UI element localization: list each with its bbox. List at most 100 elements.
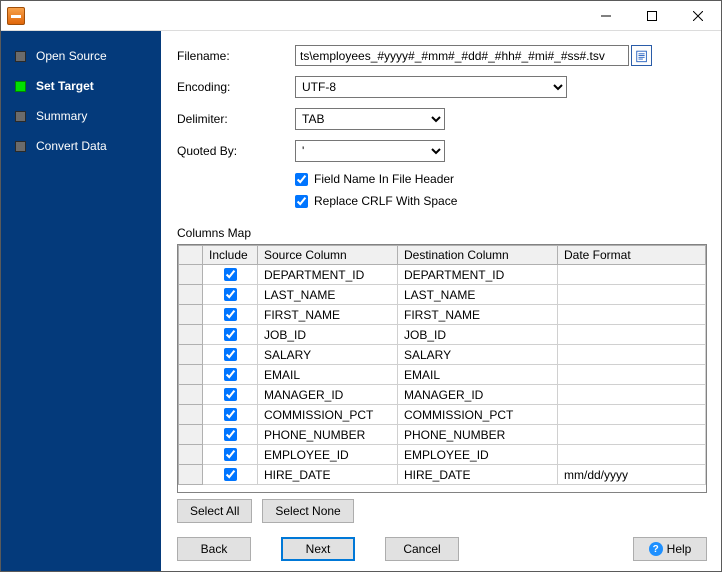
cell-destination-column[interactable]: JOB_ID (398, 325, 558, 345)
cell-destination-column[interactable]: SALARY (398, 345, 558, 365)
quoted-by-select[interactable]: ' (295, 140, 445, 162)
delimiter-select[interactable]: TAB (295, 108, 445, 130)
include-checkbox[interactable] (224, 308, 237, 321)
cell-date-format[interactable] (558, 265, 706, 285)
cell-source-column[interactable]: PHONE_NUMBER (258, 425, 398, 445)
minimize-button[interactable] (583, 1, 629, 31)
cell-destination-column[interactable]: DEPARTMENT_ID (398, 265, 558, 285)
table-row[interactable]: PHONE_NUMBERPHONE_NUMBER (179, 425, 706, 445)
include-checkbox[interactable] (224, 328, 237, 341)
cell-include[interactable] (203, 345, 258, 365)
cancel-button[interactable]: Cancel (385, 537, 459, 561)
include-checkbox[interactable] (224, 428, 237, 441)
include-checkbox[interactable] (224, 268, 237, 281)
include-checkbox[interactable] (224, 348, 237, 361)
cell-source-column[interactable]: HIRE_DATE (258, 465, 398, 485)
include-checkbox[interactable] (224, 468, 237, 481)
cell-source-column[interactable]: SALARY (258, 345, 398, 365)
wizard-step-summary[interactable]: Summary (1, 101, 161, 131)
cell-source-column[interactable]: JOB_ID (258, 325, 398, 345)
filename-input[interactable] (295, 45, 629, 66)
table-row[interactable]: LAST_NAMELAST_NAME (179, 285, 706, 305)
include-checkbox[interactable] (224, 368, 237, 381)
cell-source-column[interactable]: EMAIL (258, 365, 398, 385)
replace-crlf-label[interactable]: Replace CRLF With Space (314, 194, 457, 208)
include-checkbox[interactable] (224, 288, 237, 301)
cell-source-column[interactable]: DEPARTMENT_ID (258, 265, 398, 285)
cell-date-format[interactable] (558, 345, 706, 365)
cell-destination-column[interactable]: COMMISSION_PCT (398, 405, 558, 425)
field-name-header-label[interactable]: Field Name In File Header (314, 172, 454, 186)
browse-button[interactable] (631, 45, 652, 66)
include-checkbox[interactable] (224, 388, 237, 401)
wizard-step-open-source[interactable]: Open Source (1, 41, 161, 71)
table-row[interactable]: HIRE_DATEHIRE_DATEmm/dd/yyyy (179, 465, 706, 485)
cell-include[interactable] (203, 405, 258, 425)
table-row[interactable]: MANAGER_IDMANAGER_ID (179, 385, 706, 405)
table-row[interactable]: EMPLOYEE_IDEMPLOYEE_ID (179, 445, 706, 465)
row-header[interactable] (179, 405, 203, 425)
cell-include[interactable] (203, 385, 258, 405)
cell-destination-column[interactable]: HIRE_DATE (398, 465, 558, 485)
cell-date-format[interactable] (558, 305, 706, 325)
cell-include[interactable] (203, 465, 258, 485)
next-button[interactable]: Next (281, 537, 355, 561)
row-header[interactable] (179, 385, 203, 405)
field-name-header-checkbox[interactable] (295, 173, 308, 186)
cell-include[interactable] (203, 265, 258, 285)
cell-destination-column[interactable]: PHONE_NUMBER (398, 425, 558, 445)
cell-include[interactable] (203, 325, 258, 345)
back-button[interactable]: Back (177, 537, 251, 561)
table-row[interactable]: EMAILEMAIL (179, 365, 706, 385)
include-checkbox[interactable] (224, 448, 237, 461)
col-header-dest[interactable]: Destination Column (398, 246, 558, 265)
help-button[interactable]: ? Help (633, 537, 707, 561)
cell-date-format[interactable] (558, 325, 706, 345)
cell-destination-column[interactable]: EMAIL (398, 365, 558, 385)
col-header-format[interactable]: Date Format (558, 246, 706, 265)
cell-date-format[interactable] (558, 285, 706, 305)
cell-date-format[interactable] (558, 425, 706, 445)
table-row[interactable]: JOB_IDJOB_ID (179, 325, 706, 345)
wizard-step-convert-data[interactable]: Convert Data (1, 131, 161, 161)
row-header[interactable] (179, 345, 203, 365)
col-header-include[interactable]: Include (203, 246, 258, 265)
cell-source-column[interactable]: COMMISSION_PCT (258, 405, 398, 425)
col-header-source[interactable]: Source Column (258, 246, 398, 265)
cell-destination-column[interactable]: FIRST_NAME (398, 305, 558, 325)
cell-destination-column[interactable]: EMPLOYEE_ID (398, 445, 558, 465)
row-header[interactable] (179, 465, 203, 485)
cell-include[interactable] (203, 425, 258, 445)
cell-include[interactable] (203, 445, 258, 465)
select-all-button[interactable]: Select All (177, 499, 252, 523)
cell-include[interactable] (203, 365, 258, 385)
cell-date-format[interactable] (558, 365, 706, 385)
cell-source-column[interactable]: FIRST_NAME (258, 305, 398, 325)
wizard-step-set-target[interactable]: Set Target (1, 71, 161, 101)
table-row[interactable]: SALARYSALARY (179, 345, 706, 365)
row-header[interactable] (179, 325, 203, 345)
table-row[interactable]: DEPARTMENT_IDDEPARTMENT_ID (179, 265, 706, 285)
table-row[interactable]: COMMISSION_PCTCOMMISSION_PCT (179, 405, 706, 425)
include-checkbox[interactable] (224, 408, 237, 421)
row-header[interactable] (179, 365, 203, 385)
maximize-button[interactable] (629, 1, 675, 31)
table-row[interactable]: FIRST_NAMEFIRST_NAME (179, 305, 706, 325)
row-header[interactable] (179, 265, 203, 285)
cell-include[interactable] (203, 285, 258, 305)
cell-include[interactable] (203, 305, 258, 325)
cell-date-format[interactable] (558, 445, 706, 465)
cell-date-format[interactable] (558, 405, 706, 425)
cell-destination-column[interactable]: MANAGER_ID (398, 385, 558, 405)
close-button[interactable] (675, 1, 721, 31)
cell-source-column[interactable]: EMPLOYEE_ID (258, 445, 398, 465)
cell-source-column[interactable]: LAST_NAME (258, 285, 398, 305)
cell-date-format[interactable] (558, 385, 706, 405)
cell-destination-column[interactable]: LAST_NAME (398, 285, 558, 305)
row-header[interactable] (179, 305, 203, 325)
row-header[interactable] (179, 445, 203, 465)
cell-source-column[interactable]: MANAGER_ID (258, 385, 398, 405)
select-none-button[interactable]: Select None (262, 499, 353, 523)
cell-date-format[interactable]: mm/dd/yyyy (558, 465, 706, 485)
replace-crlf-checkbox[interactable] (295, 195, 308, 208)
